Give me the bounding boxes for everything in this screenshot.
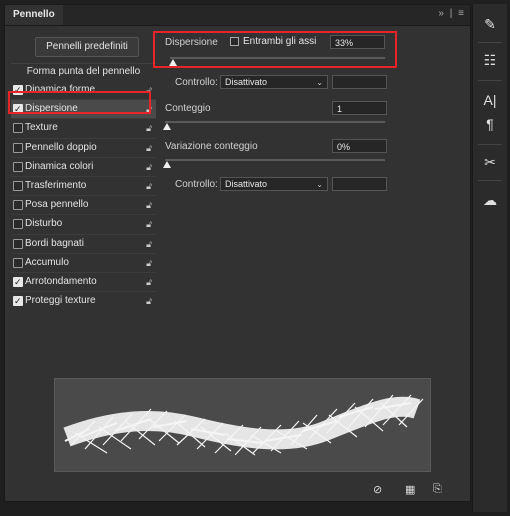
option-label: Trasferimento xyxy=(25,179,87,191)
highlight-scatter-box xyxy=(153,31,397,68)
scatter-control-value: Disattivato xyxy=(225,77,268,87)
option-label: Arrotondamento xyxy=(25,275,97,287)
double-chevron-right-icon[interactable]: » xyxy=(438,8,444,19)
option-checkbox[interactable] xyxy=(13,238,23,249)
count-jitter-slider-track[interactable] xyxy=(165,159,385,161)
option-proteggi-texture[interactable]: Proteggi texture 🔓︎ xyxy=(11,291,156,310)
option-checkbox[interactable] xyxy=(13,123,23,134)
count-jitter-value-field[interactable]: 0% xyxy=(332,139,387,153)
divider-icon: | xyxy=(449,8,453,19)
option-list: Dinamica forme🔓︎Dispersione🔓︎Texture🔓︎Pe… xyxy=(11,81,156,310)
option-dinamica-colori[interactable]: Dinamica colori 🔓︎ xyxy=(11,156,156,176)
header-icons: » | ≡ xyxy=(435,8,464,19)
option-bordi-bagnati[interactable]: Bordi bagnati 🔓︎ xyxy=(11,233,156,253)
option-label: Texture xyxy=(25,122,58,134)
scatter-control-select[interactable]: Disattivato ⌄ xyxy=(220,75,328,89)
option-checkbox[interactable] xyxy=(13,161,23,172)
option-arrotondamento[interactable]: Arrotondamento 🔓︎ xyxy=(11,271,156,291)
option-checkbox[interactable] xyxy=(13,180,23,191)
option-label: Proteggi texture xyxy=(25,295,96,307)
option-label: Pennello doppio xyxy=(25,141,97,153)
lock-icon[interactable]: 🔓︎ xyxy=(146,215,152,233)
brush-panel: Pennello » | ≡ Pennelli predefiniti Form… xyxy=(4,4,471,502)
count-slider-track[interactable] xyxy=(165,121,385,123)
count-value-field[interactable]: 1 xyxy=(332,101,387,115)
toolbar-divider xyxy=(478,80,502,81)
count-jitter-label: Variazione conteggio xyxy=(165,141,258,152)
chevron-down-icon: ⌄ xyxy=(316,78,323,87)
option-checkbox[interactable] xyxy=(13,273,23,291)
count-jitter-control-label: Controllo: xyxy=(175,179,218,190)
option-posa-pennello[interactable]: Posa pennello 🔓︎ xyxy=(11,195,156,214)
scatter-control-label: Controllo: xyxy=(175,77,218,88)
hamburger-menu-icon[interactable]: ≡ xyxy=(458,8,464,19)
eye-icon[interactable]: ⊘ xyxy=(373,483,382,496)
toolbar-divider xyxy=(478,180,502,181)
option-label: Posa pennello xyxy=(25,199,89,211)
option-label: Bordi bagnati xyxy=(25,237,84,249)
lock-icon[interactable]: 🔓︎ xyxy=(146,139,152,157)
option-trasferimento[interactable]: Trasferimento 🔓︎ xyxy=(11,175,156,195)
lock-icon[interactable]: 🔓︎ xyxy=(146,292,152,310)
brush-icon[interactable]: ✎ xyxy=(473,16,507,33)
option-accumulo[interactable]: Accumulo 🔓︎ xyxy=(11,252,156,272)
lock-icon[interactable]: 🔓︎ xyxy=(146,158,152,176)
option-texture[interactable]: Texture 🔓︎ xyxy=(11,118,156,137)
brush-stroke-preview xyxy=(54,378,431,472)
libraries-icon[interactable]: ☁ xyxy=(473,192,507,209)
lock-icon[interactable]: 🔓︎ xyxy=(146,235,152,253)
option-checkbox[interactable] xyxy=(13,292,23,310)
option-label: Dinamica colori xyxy=(25,160,94,172)
right-toolbar: ✎ ☷ A| ¶ ✂ ☁ xyxy=(472,4,507,512)
paragraph-icon[interactable]: ¶ xyxy=(473,116,507,132)
count-label: Conteggio xyxy=(165,103,211,114)
lock-icon[interactable]: 🔓︎ xyxy=(146,254,152,272)
grid-icon[interactable]: ▦ xyxy=(405,483,415,496)
character-icon[interactable]: A| xyxy=(473,92,507,108)
new-brush-icon[interactable]: ⎘ xyxy=(433,483,442,496)
option-label: Accumulo xyxy=(25,256,69,268)
option-checkbox[interactable] xyxy=(13,142,23,153)
count-jitter-slider-thumb[interactable] xyxy=(163,161,171,168)
lock-icon[interactable]: 🔓︎ xyxy=(146,177,152,195)
brush-presets-button[interactable]: Pennelli predefiniti xyxy=(35,37,139,57)
count-jitter-control-field[interactable] xyxy=(332,177,387,191)
stroke-preview-image xyxy=(63,394,424,456)
count-jitter-control-value: Disattivato xyxy=(225,179,268,189)
tools-icon[interactable]: ✂ xyxy=(473,154,507,171)
option-pennello-doppio[interactable]: Pennello doppio 🔓︎ xyxy=(11,137,156,157)
panel-tab[interactable]: Pennello xyxy=(5,5,63,25)
toolbar-divider xyxy=(478,144,502,145)
option-disturbo[interactable]: Disturbo 🔓︎ xyxy=(11,214,156,233)
count-slider-thumb[interactable] xyxy=(163,123,171,130)
toolbar-divider xyxy=(478,42,502,43)
brush-presets-icon[interactable]: ☷ xyxy=(473,52,507,69)
lock-icon[interactable]: 🔓︎ xyxy=(146,119,152,137)
option-checkbox[interactable] xyxy=(13,257,23,268)
scatter-control-field[interactable] xyxy=(332,75,387,89)
brush-tip-shape-label[interactable]: Forma punta del pennello xyxy=(11,63,156,80)
option-label: Disturbo xyxy=(25,218,63,230)
count-jitter-control-select[interactable]: Disattivato ⌄ xyxy=(220,177,328,191)
lock-icon[interactable]: 🔓︎ xyxy=(146,196,152,214)
option-checkbox[interactable] xyxy=(13,219,23,230)
highlight-option-box xyxy=(8,91,151,114)
lock-icon[interactable]: 🔓︎ xyxy=(146,273,152,291)
chevron-down-icon: ⌄ xyxy=(316,180,323,189)
panel-header: Pennello » | ≡ xyxy=(5,5,470,26)
option-checkbox[interactable] xyxy=(13,200,23,211)
